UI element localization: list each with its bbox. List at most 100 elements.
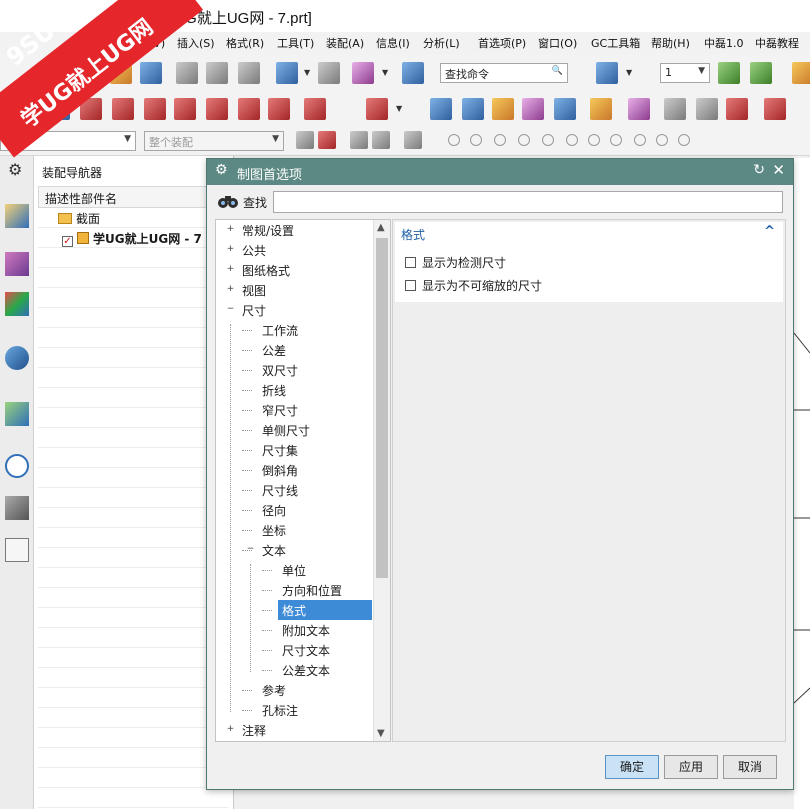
sketch-icon[interactable]: [726, 98, 748, 120]
close-icon[interactable]: ✕: [772, 161, 785, 179]
section-view-icon[interactable]: [174, 98, 196, 120]
broken-view-icon[interactable]: [268, 98, 290, 120]
checkbox-box[interactable]: [405, 257, 416, 268]
tree-item[interactable]: 格式: [278, 600, 372, 620]
tree-item[interactable]: 单侧尺寸: [258, 420, 314, 440]
reset-icon[interactable]: ↻: [753, 162, 765, 178]
parts-list-icon[interactable]: [554, 98, 576, 120]
ok-button[interactable]: 确定: [605, 755, 659, 779]
history-palette-icon[interactable]: [5, 402, 29, 426]
point-snap-icon[interactable]: [448, 134, 460, 146]
expand-icon[interactable]: +: [226, 245, 235, 254]
tree-item[interactable]: 常规/设置: [238, 220, 298, 240]
view-dropdown-icon[interactable]: ▼: [626, 68, 632, 77]
snap-icon[interactable]: [296, 131, 314, 149]
menu-item-5[interactable]: 信息(I): [376, 35, 410, 51]
intersect-snap-icon[interactable]: [542, 134, 554, 146]
tree-item[interactable]: 窄尺寸: [258, 400, 302, 420]
expand-icon[interactable]: +: [226, 225, 235, 234]
projected-view-icon[interactable]: [112, 98, 134, 120]
tree-item[interactable]: 折线: [258, 380, 290, 400]
collapse-icon[interactable]: −: [226, 305, 235, 314]
note-icon[interactable]: [430, 98, 452, 120]
tree-item[interactable]: 公差文本: [278, 660, 334, 680]
scroll-down-icon[interactable]: ▼: [377, 728, 385, 739]
scroll-thumb[interactable]: [376, 238, 388, 578]
dimension-dropdown-icon[interactable]: ▼: [396, 104, 402, 113]
redo-icon[interactable]: [318, 62, 340, 84]
select-icon[interactable]: [352, 62, 374, 84]
tree-item[interactable]: 尺寸文本: [278, 640, 334, 660]
tree-item[interactable]: 尺寸集: [258, 440, 302, 460]
process-studio-icon[interactable]: [5, 496, 29, 520]
feature-control-icon[interactable]: [462, 98, 484, 120]
mid-snap-icon[interactable]: [494, 134, 506, 146]
layer-select[interactable]: 1 ▼: [660, 63, 710, 83]
detail-view-icon[interactable]: [144, 98, 166, 120]
web-browser-icon[interactable]: [5, 346, 29, 370]
navigator-column-header[interactable]: 描述性部件名: [38, 186, 228, 208]
tree-item[interactable]: 公共: [238, 240, 270, 260]
undo-dropdown-icon[interactable]: ▼: [304, 68, 310, 77]
tree-item[interactable]: 尺寸线: [258, 480, 302, 500]
tree-item[interactable]: 参考: [258, 680, 290, 700]
chevron-up-icon[interactable]: ^: [764, 224, 775, 239]
hatch-icon[interactable]: [696, 98, 718, 120]
copy-icon[interactable]: [206, 62, 228, 84]
tree-item[interactable]: 文本: [258, 540, 290, 560]
on-curve-snap-icon[interactable]: [656, 134, 668, 146]
paste-icon[interactable]: [238, 62, 260, 84]
expand-icon[interactable]: +: [226, 725, 235, 734]
apply-button[interactable]: 应用: [664, 755, 718, 779]
tree-item[interactable]: 公差: [258, 340, 290, 360]
show-as-inspection-checkbox[interactable]: 显示为检测尺寸: [405, 254, 506, 271]
navigator-row-section[interactable]: 截面: [38, 208, 228, 228]
half-section-icon[interactable]: [206, 98, 228, 120]
menu-item-3[interactable]: 工具(T): [277, 35, 314, 51]
tree-item[interactable]: 图纸格式: [238, 260, 294, 280]
border-icon[interactable]: [664, 98, 686, 120]
find-input[interactable]: [273, 191, 783, 213]
abc-text-icon[interactable]: [590, 98, 612, 120]
tree-item[interactable]: 径向: [258, 500, 290, 520]
menu-item-2[interactable]: 格式(R): [226, 35, 264, 51]
filter-icon[interactable]: [372, 131, 390, 149]
end-snap-icon[interactable]: [470, 134, 482, 146]
tree-item[interactable]: 单位: [278, 560, 310, 580]
rectangle-select-icon[interactable]: [404, 131, 422, 149]
face-snap-icon[interactable]: [678, 134, 690, 146]
save-icon[interactable]: [140, 62, 162, 84]
tree-item[interactable]: 方向和位置: [278, 580, 346, 600]
symbol-icon[interactable]: [522, 98, 544, 120]
menu-item-11[interactable]: 中磊1.0: [704, 35, 744, 51]
wcs-icon[interactable]: [792, 62, 810, 84]
fit-view-icon[interactable]: [596, 62, 618, 84]
roles-icon[interactable]: [5, 538, 29, 562]
command-finder-icon[interactable]: [402, 62, 424, 84]
tree-item[interactable]: 注释: [238, 720, 270, 740]
find-command-input[interactable]: 查找命令 🔍: [440, 63, 568, 83]
layer-visible-icon[interactable]: [750, 62, 772, 84]
update-view-icon[interactable]: [304, 98, 326, 120]
select-all-icon[interactable]: [318, 131, 336, 149]
assembly-navigator-icon[interactable]: [5, 204, 29, 228]
graphics-window[interactable]: [794, 158, 810, 809]
show-as-not-to-scale-checkbox[interactable]: 显示为不可缩放的尺寸: [405, 277, 542, 294]
dialog-title-bar[interactable]: ⚙ 制图首选项 ↻ ✕: [207, 159, 793, 185]
existing-point-snap-icon[interactable]: [634, 134, 646, 146]
menu-item-8[interactable]: 窗口(O): [538, 35, 577, 51]
select-dropdown-icon[interactable]: ▼: [382, 68, 388, 77]
tree-item[interactable]: 尺寸: [238, 300, 270, 320]
rapid-dimension-icon[interactable]: [366, 98, 388, 120]
tree-item[interactable]: 双尺寸: [258, 360, 302, 380]
scope-filter-select[interactable]: 整个装配 ▼: [144, 131, 284, 151]
tree-item[interactable]: 视图: [238, 280, 270, 300]
tree-item[interactable]: 倒斜角: [258, 460, 302, 480]
undo-icon[interactable]: [276, 62, 298, 84]
collapse-icon[interactable]: −: [246, 545, 255, 554]
center-snap-icon[interactable]: [588, 134, 600, 146]
scroll-up-icon[interactable]: ▲: [377, 222, 385, 233]
curve-snap-icon[interactable]: [518, 134, 530, 146]
search-icon[interactable]: 🔍: [552, 66, 563, 76]
tangent-snap-icon[interactable]: [566, 134, 578, 146]
